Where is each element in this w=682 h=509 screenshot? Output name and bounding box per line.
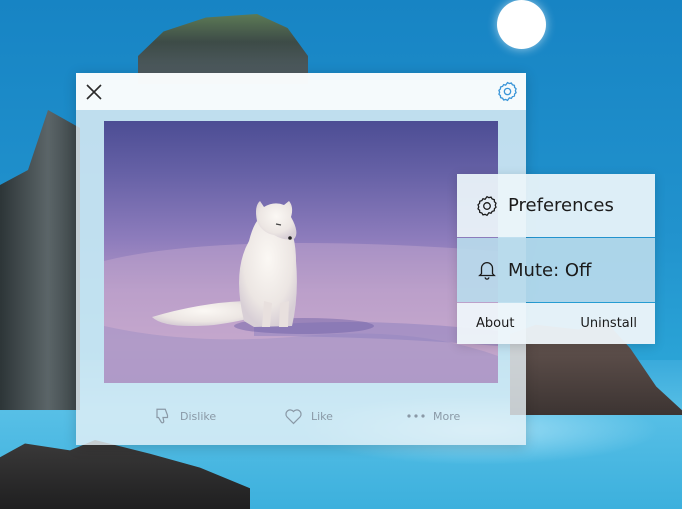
preferences-label: Preferences xyxy=(508,195,614,216)
dislike-button[interactable]: Dislike xyxy=(154,398,216,434)
like-label: Like xyxy=(311,409,333,423)
mute-menu-item[interactable]: Mute: Off xyxy=(457,238,655,302)
photo-actions-bar: Dislike Like More xyxy=(76,398,526,434)
settings-button[interactable] xyxy=(497,81,518,102)
bell-icon xyxy=(478,262,496,280)
window-titlebar xyxy=(76,73,526,110)
gear-icon xyxy=(477,195,497,216)
wallpaper-photo xyxy=(104,121,498,383)
more-button[interactable]: More xyxy=(407,398,460,434)
dislike-label: Dislike xyxy=(180,409,217,423)
uninstall-button[interactable]: Uninstall xyxy=(580,303,637,344)
heart-icon xyxy=(285,408,302,424)
mute-label: Mute: Off xyxy=(508,259,592,281)
thumbs-down-icon xyxy=(156,408,169,424)
arctic-fox-image xyxy=(104,201,498,383)
more-dots-icon xyxy=(407,414,425,418)
moon xyxy=(497,0,546,49)
close-button[interactable] xyxy=(83,81,105,103)
menu-footer-row: About Uninstall xyxy=(457,303,655,344)
rock-formation-left xyxy=(0,110,80,410)
context-menu: Preferences Mute: Off About Uninstall xyxy=(457,174,655,344)
preferences-menu-item[interactable]: Preferences xyxy=(457,174,655,237)
like-button[interactable]: Like xyxy=(284,398,333,434)
about-button[interactable]: About xyxy=(476,303,514,344)
gear-icon xyxy=(498,81,517,102)
close-icon xyxy=(86,84,102,100)
more-label: More xyxy=(433,409,461,423)
